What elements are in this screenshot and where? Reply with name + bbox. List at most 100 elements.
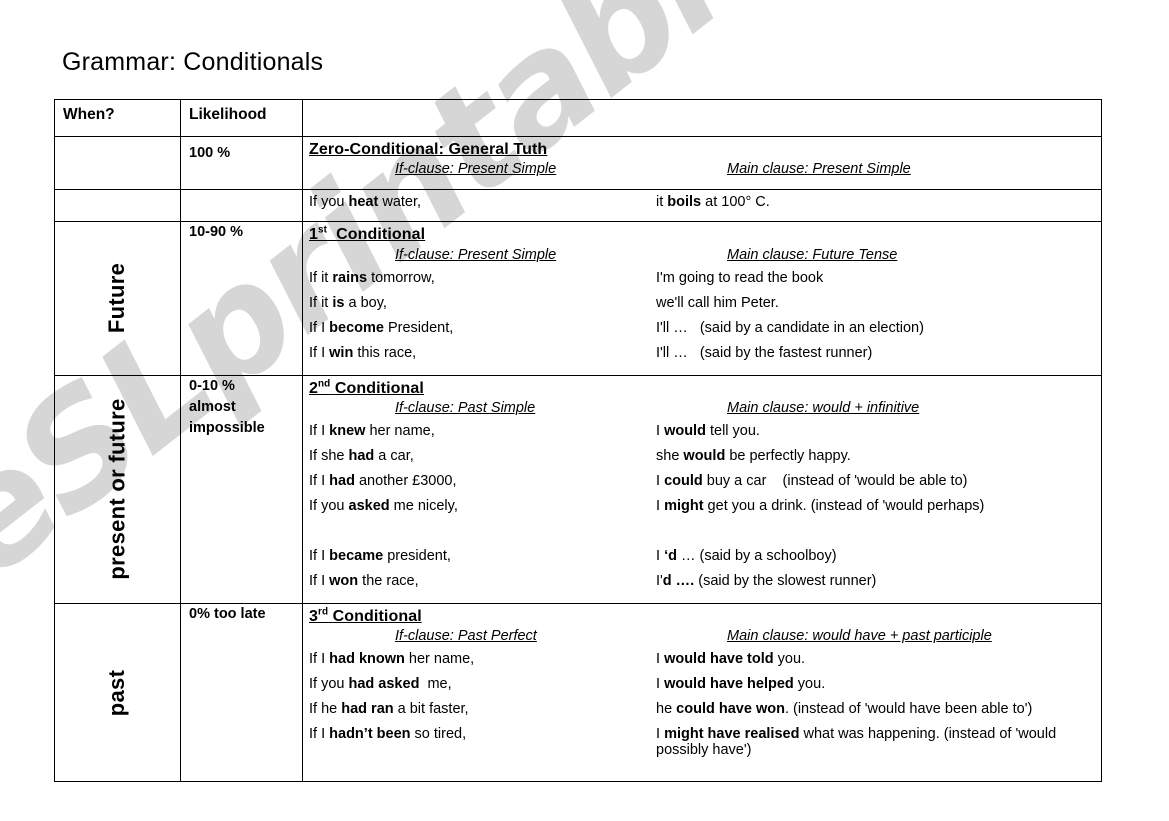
if-clause-text: If I hadn’t been so tired, bbox=[309, 726, 467, 743]
main-clause-text: he could have won. (instead of 'would ha… bbox=[656, 701, 1033, 718]
header-likelihood: Likelihood bbox=[180, 99, 303, 137]
main-clause-heading-second: Main clause: would + infinitive bbox=[727, 399, 920, 416]
ordinal-suffix: rd bbox=[318, 606, 329, 618]
if-clause-text: If it rains tomorrow, bbox=[309, 269, 435, 286]
section-zero-heading: Zero-Conditional: General Tuth If-clause… bbox=[302, 135, 1102, 191]
header-when: When? bbox=[54, 99, 181, 137]
section-third-conditional: 3rd Conditional If-clause: Past Perfect … bbox=[302, 602, 1102, 783]
if-clause-text: If it is a boy, bbox=[309, 294, 387, 311]
main-clause-text: I'd …. (said by the slowest runner) bbox=[656, 572, 877, 589]
main-clause-heading-third: Main clause: would have + past participl… bbox=[727, 628, 992, 645]
table-header-row: When? Likelihood bbox=[54, 99, 1102, 137]
example-row: If you had asked me, I would have helped… bbox=[309, 676, 1097, 702]
example-row: If I had known her name, I would have to… bbox=[309, 651, 1097, 677]
example-row: If it rains tomorrow, I'm going to read … bbox=[309, 269, 1097, 296]
if-clause-heading-first: If-clause: Present Simple bbox=[395, 246, 557, 263]
when-cell-present-or-future: present or future bbox=[54, 374, 181, 604]
if-clause-text: If she had a car, bbox=[309, 447, 414, 464]
if-clause-text: If you asked me nicely, bbox=[309, 497, 458, 514]
section-title-word: Conditional bbox=[334, 379, 424, 397]
example-row: If she had a car, she would be perfectly… bbox=[309, 447, 1097, 474]
when-cell-zero bbox=[54, 135, 181, 191]
example-row: If I become President, I'll … (said by a… bbox=[309, 319, 1097, 346]
main-clause-text: I would tell you. bbox=[656, 422, 760, 439]
ordinal-suffix: st bbox=[318, 224, 328, 236]
likelihood-line-1: 0-10 % bbox=[189, 377, 235, 394]
if-clause-text: If he had ran a bit faster, bbox=[309, 701, 469, 718]
when-label-rotated-present-future: present or future bbox=[55, 376, 180, 603]
if-clause-text: If you had asked me, bbox=[309, 676, 452, 693]
example-row: If I hadn’t been so tired, I might have … bbox=[309, 726, 1097, 777]
if-clause-heading-second: If-clause: Past Simple bbox=[395, 399, 536, 416]
example-row: If you heat water, it boils at 100° C. bbox=[309, 193, 1097, 217]
example-row: If you asked me nicely, I might get you … bbox=[309, 497, 1097, 524]
likelihood-line-3: impossible bbox=[189, 419, 265, 436]
main-clause-text: I'll … (said by the fastest runner) bbox=[656, 344, 873, 361]
example-row: If I won the race, I'd …. (said by the s… bbox=[309, 572, 1097, 599]
main-clause-text: I would have helped you. bbox=[656, 676, 826, 693]
ordinal-number: 2 bbox=[309, 379, 318, 397]
section-title-zero: Zero-Conditional: General Tuth bbox=[309, 141, 548, 158]
ordinal-number: 3 bbox=[309, 607, 318, 625]
main-clause-text: she would be perfectly happy. bbox=[656, 447, 851, 464]
when-label-text: past bbox=[104, 669, 130, 716]
main-clause-heading-first: Main clause: Future Tense bbox=[727, 246, 898, 263]
examples-zero: If you heat water, it boils at 100° C. bbox=[302, 189, 1102, 223]
when-cell-past: past bbox=[54, 602, 181, 783]
if-clause-text: If I become President, bbox=[309, 319, 454, 336]
when-cell-future: Future bbox=[54, 221, 181, 376]
section-first-conditional: 1st Conditional If-clause: Present Simpl… bbox=[302, 221, 1102, 376]
when-cell-zero-example bbox=[54, 189, 181, 223]
likelihood-past: 0% too late bbox=[180, 602, 303, 783]
table-row-first-conditional: Future 10-90 % 1st Conditional If-clause… bbox=[54, 221, 1102, 376]
likelihood-present-future: 0-10 % almost impossible bbox=[180, 374, 303, 604]
if-clause-heading-third: If-clause: Past Perfect bbox=[395, 628, 537, 645]
if-clause-text: If I had known her name, bbox=[309, 651, 475, 668]
if-clause-text: If I had another £3000, bbox=[309, 472, 457, 489]
example-row: If he had ran a bit faster, he could hav… bbox=[309, 701, 1097, 727]
likelihood-line-2: almost bbox=[189, 398, 236, 415]
table-row-zero-example: If you heat water, it boils at 100° C. bbox=[54, 189, 1102, 223]
header-content bbox=[302, 99, 1102, 137]
main-clause-text: I might have realised what was happening… bbox=[656, 726, 1057, 758]
main-clause-text: I would have told you. bbox=[656, 651, 806, 668]
main-clause-text: I'm going to read the book bbox=[656, 269, 824, 286]
if-clause-text: If you heat water, bbox=[309, 194, 422, 211]
clause-headings-third: If-clause: Past Perfect Main clause: wou… bbox=[309, 629, 1097, 651]
likelihood-zero-example bbox=[180, 189, 303, 223]
example-row: If I became president, I ‘d … (said by a… bbox=[309, 547, 1097, 574]
main-clause-text: I'll … (said by a candidate in an electi… bbox=[656, 319, 924, 336]
main-clause-text: it boils at 100° C. bbox=[656, 194, 770, 211]
when-label-rotated-future: Future bbox=[55, 222, 180, 374]
example-row: If I had another £3000, I could buy a ca… bbox=[309, 472, 1097, 499]
table-row-second-conditional: present or future 0-10 % almost impossib… bbox=[54, 374, 1102, 604]
clause-headings-second: If-clause: Past Simple Main clause: woul… bbox=[309, 401, 1097, 423]
section-second-conditional: 2nd Conditional If-clause: Past Simple M… bbox=[302, 374, 1102, 604]
table-row-third-conditional: past 0% too late 3rd Conditional If-clau… bbox=[54, 602, 1102, 783]
example-row: If I win this race, I'll … (said by the … bbox=[309, 344, 1097, 371]
main-clause-text: I ‘d … (said by a schoolboy) bbox=[656, 547, 837, 564]
example-row: If I knew her name, I would tell you. bbox=[309, 422, 1097, 449]
ordinal-suffix: nd bbox=[318, 378, 331, 390]
section-title-word: Conditional bbox=[332, 607, 422, 625]
section-title-second: 2nd Conditional bbox=[309, 378, 424, 397]
main-clause-text: I might get you a drink. (instead of 'wo… bbox=[656, 497, 985, 514]
clause-headings-zero: If-clause: Present Simple Main clause: P… bbox=[309, 162, 1097, 184]
if-clause-text: If I win this race, bbox=[309, 344, 417, 361]
when-label-rotated-past: past bbox=[55, 604, 180, 781]
if-clause-text: If I won the race, bbox=[309, 572, 419, 589]
section-title-first: 1st Conditional bbox=[309, 224, 425, 244]
table-row-zero-heading: 100 % Zero-Conditional: General Tuth If-… bbox=[54, 135, 1102, 191]
main-clause-heading-zero: Main clause: Present Simple bbox=[727, 161, 911, 178]
if-clause-text: If I became president, bbox=[309, 547, 451, 564]
if-clause-heading-zero: If-clause: Present Simple bbox=[395, 161, 557, 178]
example-row-spacer bbox=[309, 524, 1097, 549]
when-label-text: Future bbox=[104, 263, 130, 334]
conditionals-table: When? Likelihood 100 % Zero-Conditional:… bbox=[54, 99, 1102, 783]
ordinal-number: 1 bbox=[309, 226, 318, 244]
section-title-third: 3rd Conditional bbox=[309, 606, 422, 625]
main-clause-text: we'll call him Peter. bbox=[656, 294, 779, 311]
likelihood-zero: 100 % bbox=[180, 135, 303, 191]
if-clause-text: If I knew her name, bbox=[309, 422, 435, 439]
likelihood-future: 10-90 % bbox=[180, 221, 303, 376]
